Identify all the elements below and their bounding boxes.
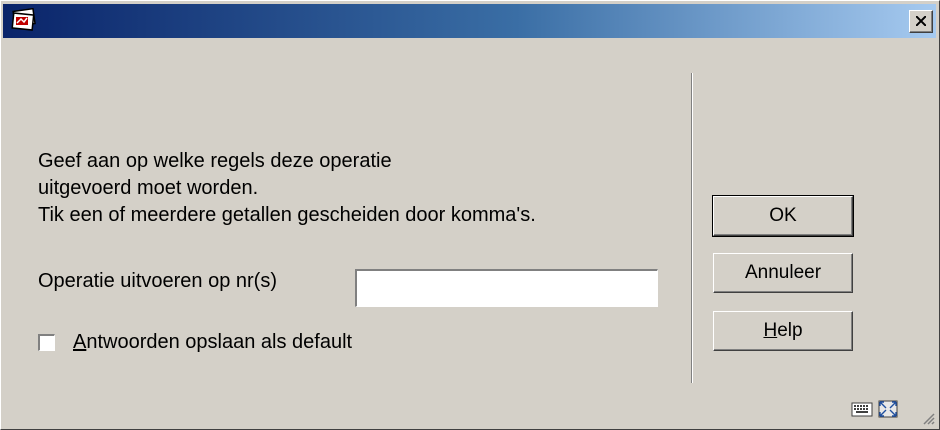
save-default-label[interactable]: Antwoorden opslaan als default [73, 331, 352, 354]
save-default-text: ntwoorden opslaan als default [86, 331, 353, 353]
help-accel: H [763, 320, 778, 341]
maximize-icon[interactable] [877, 399, 899, 419]
status-icons [851, 399, 899, 419]
help-button[interactable]: Help [713, 311, 853, 351]
ok-button[interactable]: OK [712, 195, 854, 237]
prompt-line-2: uitgevoerd moet worden. [38, 177, 259, 199]
help-text: elp [777, 320, 803, 341]
save-default-accel: A [73, 331, 87, 353]
stack-documents-icon [9, 7, 39, 34]
close-icon [916, 16, 926, 26]
prompt-line-3: Tik een of meerdere getallen gescheiden … [38, 204, 536, 226]
keyboard-icon[interactable] [851, 400, 873, 418]
resize-grip-icon[interactable] [921, 411, 935, 425]
prompt-line-1: Geef aan op welke regels deze operatie [38, 150, 392, 172]
close-button[interactable] [909, 10, 933, 33]
vertical-divider [691, 73, 693, 383]
cancel-button[interactable]: Annuleer [713, 253, 853, 293]
operation-numbers-input[interactable] [355, 269, 658, 307]
dialog-window: Geef aan op welke regels deze operatie u… [0, 0, 940, 430]
title-bar[interactable] [3, 4, 936, 38]
save-default-checkbox[interactable] [38, 334, 55, 351]
operation-label: Operatie uitvoeren op nr(s) [38, 270, 278, 292]
